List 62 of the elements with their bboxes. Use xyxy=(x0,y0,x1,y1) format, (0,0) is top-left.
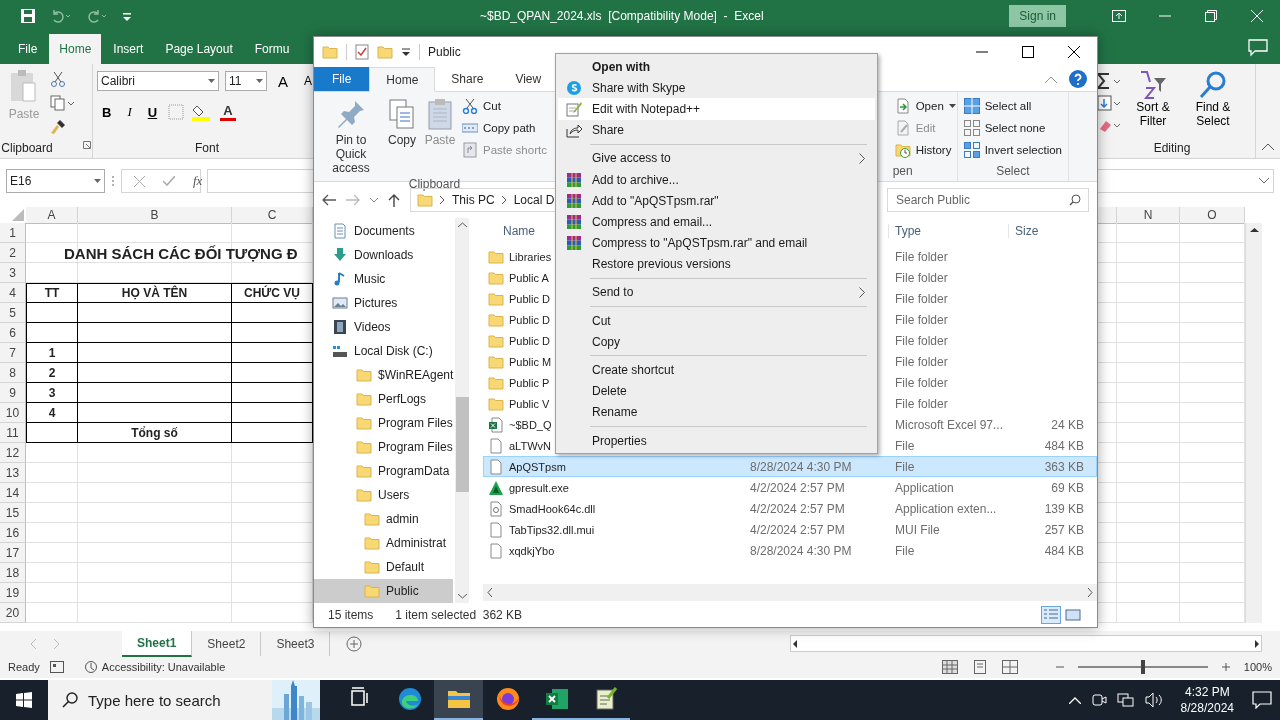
file-name: Libraries xyxy=(509,250,552,263)
file-size: 484 KB xyxy=(1043,438,1084,453)
window-title: Public xyxy=(428,45,461,59)
group-label: pen xyxy=(892,164,913,178)
file-type: Microsoft Excel 97... xyxy=(894,417,1005,432)
table-cell: 4 xyxy=(26,403,78,423)
file-type: Application exten... xyxy=(894,501,998,516)
file-size: 24 KB xyxy=(1050,417,1084,432)
table-cell: Tổng số xyxy=(78,423,232,443)
file-type: File xyxy=(894,543,916,558)
file-name: Public D xyxy=(509,313,550,326)
file-type: File folder xyxy=(894,291,949,306)
group-label: Clipboard xyxy=(1,141,53,155)
window-title: ~$BD_QPAN_2024.xls [Compatibility Mode] - Excel xyxy=(480,9,765,23)
file-name: Public D xyxy=(509,292,550,305)
file-name: Public P xyxy=(509,376,550,389)
file-name: xqdkjYbo xyxy=(509,544,555,557)
sheet-title: DANH SÁCH CÁC ĐỐI TƯỢNG Đ xyxy=(64,244,298,262)
table-cell: CHỨC VỤ xyxy=(232,283,313,303)
table-cell: TT xyxy=(26,283,78,303)
file-type: File xyxy=(894,438,916,453)
date-modified: 4/2/2024 2:57 PM xyxy=(749,501,846,516)
file-name: Public D xyxy=(509,334,550,347)
selection-info: 1 item selected 362 KB xyxy=(395,608,523,622)
file-name: TabTips32.dll.mui xyxy=(509,523,595,536)
item-count: 15 items xyxy=(328,608,374,622)
file-type: File folder xyxy=(894,312,949,327)
group-label: Editing xyxy=(1153,141,1191,155)
group-label: Clipboard xyxy=(408,177,461,191)
table-cell: 2 xyxy=(26,363,78,383)
file-size: 139 KB xyxy=(1043,501,1084,516)
table-cell: 1 xyxy=(26,343,78,363)
file-name: gpresult.exe xyxy=(509,481,569,494)
table-cell: 3 xyxy=(26,383,78,403)
file-type: File folder xyxy=(894,333,949,348)
file-name: Public M xyxy=(509,355,552,368)
file-type: File folder xyxy=(894,354,949,369)
file-size: 257 KB xyxy=(1043,522,1084,537)
date-modified: 4/2/2024 2:57 PM xyxy=(749,480,846,495)
date-modified: 8/28/2024 4:30 PM xyxy=(749,543,853,558)
file-type: File folder xyxy=(894,249,949,264)
status-text: Ready xyxy=(8,661,40,673)
file-type: File folder xyxy=(894,270,949,285)
file-name: ~$BD_Q xyxy=(509,418,552,431)
group-label: Select xyxy=(996,164,1030,178)
file-type: File xyxy=(894,459,916,474)
file-name: SmadHook64c.dll xyxy=(509,502,596,515)
file-name: Public A xyxy=(509,271,549,284)
file-name: ApQSTpsm xyxy=(509,460,566,473)
file-size: 484 KB xyxy=(1043,543,1084,558)
file-type: MUI File xyxy=(894,522,941,537)
file-type: Application xyxy=(894,480,955,495)
date-modified: 8/28/2024 4:30 PM xyxy=(749,459,853,474)
file-size: 69 KB xyxy=(1050,480,1084,495)
file-name: aLTWvN xyxy=(509,439,551,452)
group-label: Font xyxy=(195,141,219,155)
table-cell: HỌ VÀ TÊN xyxy=(78,283,232,303)
file-type: File folder xyxy=(894,396,949,411)
file-name: Public V xyxy=(509,397,550,410)
date-modified: 4/2/2024 2:57 PM xyxy=(749,522,846,537)
file-type: File folder xyxy=(894,375,949,390)
file-size: 363 KB xyxy=(1043,459,1084,474)
